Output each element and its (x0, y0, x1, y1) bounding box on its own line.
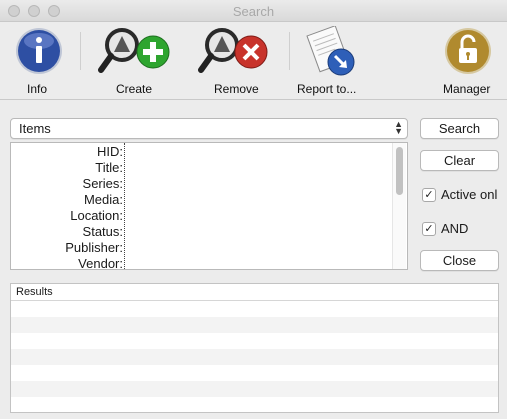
remove-icon (198, 28, 268, 73)
table-row[interactable] (11, 397, 498, 412)
and-checkbox[interactable]: ✓ AND (422, 221, 482, 237)
fields-scrollbar[interactable] (392, 143, 406, 269)
field-label-media: Media: (83, 192, 123, 207)
field-column-divider[interactable] (124, 143, 125, 269)
search-type-select[interactable]: Items ▲ ▼ (10, 118, 408, 139)
create-icon (98, 28, 170, 73)
search-button[interactable]: Search (420, 118, 499, 139)
report-label: Report to... (297, 82, 357, 96)
toolbar-separator (80, 32, 81, 70)
active-only-label: Active onl (441, 187, 498, 202)
window-title: Search (232, 4, 275, 19)
table-row[interactable] (11, 349, 498, 365)
remove-label: Remove (214, 82, 259, 96)
search-fields-panel[interactable]: HID: Title: Series: Media: Location: Sta… (10, 142, 408, 270)
table-row[interactable] (11, 317, 498, 333)
chevron-updown-icon: ▲ ▼ (394, 119, 403, 136)
search-type-value: Items (19, 121, 51, 136)
table-row[interactable] (11, 381, 498, 397)
report-icon (306, 26, 355, 76)
lock-icon (445, 28, 491, 74)
create-label: Create (116, 82, 153, 96)
checkmark-icon: ✓ (422, 188, 436, 202)
table-row[interactable] (11, 333, 498, 349)
field-label-series: Series: (82, 176, 123, 191)
field-label-title: Title: (95, 160, 123, 175)
info-icon (16, 28, 62, 74)
table-row[interactable] (11, 301, 498, 317)
info-label: Info (27, 82, 48, 96)
fields-scrollbar-thumb[interactable] (396, 147, 403, 195)
toolbar-separator (289, 32, 290, 70)
field-label-status: Status: (82, 224, 123, 239)
active-only-checkbox[interactable]: ✓ Active onl (422, 187, 507, 203)
manager-label: Manager (443, 82, 491, 96)
field-label-publisher: Publisher: (65, 240, 123, 255)
field-labels: HID: Title: Series: Media: Location: Sta… (11, 144, 123, 270)
and-label: AND (441, 221, 469, 236)
results-table[interactable]: Results (10, 283, 499, 413)
table-row[interactable] (11, 365, 498, 381)
toolbar: Info Create Remove Report to... Manager (0, 22, 507, 100)
field-label-location: Location: (70, 208, 123, 223)
results-header: Results (11, 284, 498, 301)
close-button[interactable]: Close (420, 250, 499, 271)
field-label-vendor: Vendor: (78, 256, 123, 270)
title-bar: Search (0, 0, 507, 22)
checkmark-icon: ✓ (422, 222, 436, 236)
clear-button[interactable]: Clear (420, 150, 499, 171)
field-label-hid: HID: (97, 144, 123, 159)
